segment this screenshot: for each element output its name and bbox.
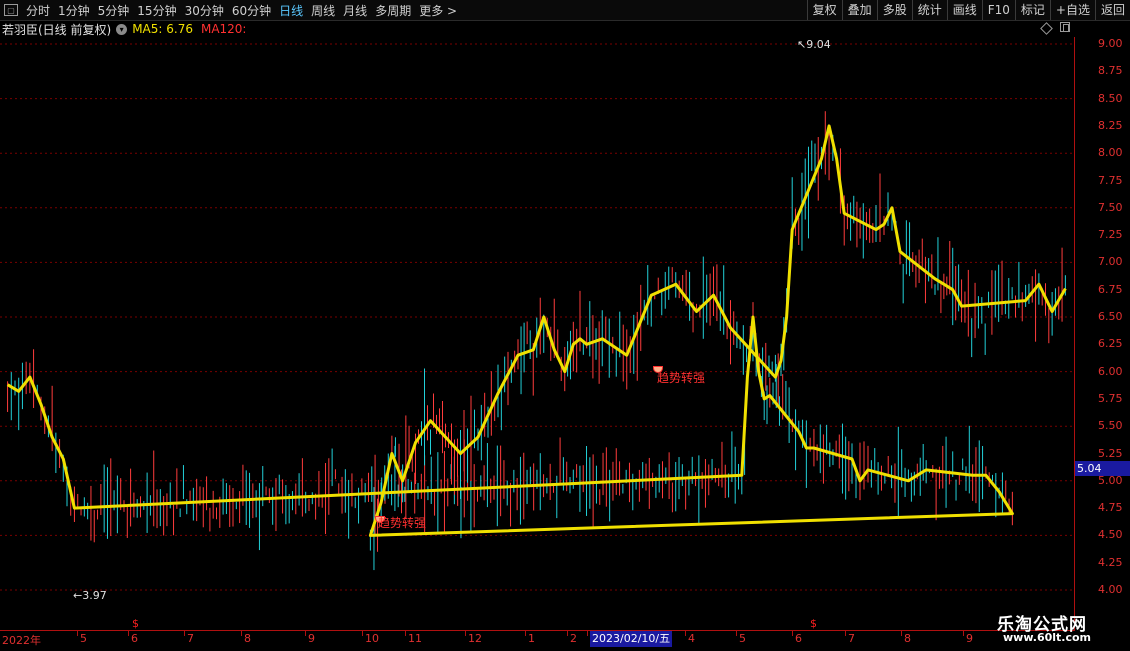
date-label: 9 xyxy=(966,632,973,645)
current-price-highlight: 5.04 xyxy=(1075,461,1130,476)
date-tick xyxy=(405,631,406,636)
price-tick-label: 4.50 xyxy=(1098,528,1123,542)
date-label: 1 xyxy=(528,632,535,645)
top-toolbar: ▢ 分时 1分钟 5分钟 15分钟 30分钟 60分钟 日线 周线 月线 多周期 更多 > 复权 叠加… xyxy=(0,0,1130,21)
date-label: 11 xyxy=(408,632,422,645)
tab-period[interactable]: 30分钟 xyxy=(181,2,228,19)
ma5-value: MA5: 6.76 xyxy=(132,22,193,36)
date-tick xyxy=(845,631,846,636)
price-tick-label: 7.50 xyxy=(1098,200,1123,214)
price-tick-label: 8.50 xyxy=(1098,91,1123,105)
price-tick-label: 6.00 xyxy=(1098,364,1123,378)
date-label: 4 xyxy=(688,632,695,645)
date-tick xyxy=(184,631,185,636)
indicator-dropdown-icon[interactable]: ▾ xyxy=(116,23,128,35)
price-tick-label: 4.75 xyxy=(1098,501,1123,515)
date-tick xyxy=(963,631,964,636)
tab-period[interactable]: 60分钟 xyxy=(228,2,275,19)
price-tick-label: 5.75 xyxy=(1098,391,1123,405)
price-tick-label: 6.75 xyxy=(1098,282,1123,296)
panel-toggle-icon[interactable]: ▢ xyxy=(4,4,18,16)
high-price-label: ↖9.04 xyxy=(797,38,831,51)
stock-title: 若羽臣(日线 前复权) xyxy=(2,22,112,37)
date-tick xyxy=(736,631,737,636)
date-tick xyxy=(567,631,568,636)
date-tick xyxy=(587,631,588,636)
date-tick xyxy=(362,631,363,636)
dividend-marker[interactable]: $ xyxy=(132,617,139,630)
right-toolbar-buttons: 复权 叠加 多股 统计 画线 F10 标记 +自选 返回 xyxy=(806,0,1130,20)
tab-period[interactable]: 分时 xyxy=(22,2,54,19)
date-label: 2 xyxy=(570,632,577,645)
indicator-info-bar: 若羽臣(日线 前复权) ▾ MA5: 6.76 MA120: xyxy=(0,21,246,37)
price-tick-label: 7.75 xyxy=(1098,173,1123,187)
signal-label: 趋势转强 xyxy=(378,516,427,530)
date-label: 7 xyxy=(848,632,855,645)
date-tick xyxy=(685,631,686,636)
price-tick-label: 8.00 xyxy=(1098,146,1123,160)
price-tick-label: 5.25 xyxy=(1098,446,1123,460)
low-price-label: ←3.97 xyxy=(73,589,107,602)
period-tabs: ▢ 分时 1分钟 5分钟 15分钟 30分钟 60分钟 日线 周线 月线 多周期 更多 > xyxy=(0,0,461,20)
date-label: 9 xyxy=(308,632,315,645)
price-tick-label: 4.00 xyxy=(1098,583,1123,596)
watermark-url: www.60lt.com xyxy=(1003,631,1092,644)
low-price-value: 3.97 xyxy=(82,589,107,602)
high-price-value: 9.04 xyxy=(806,38,831,51)
date-label: 10 xyxy=(365,632,379,645)
toolbar-button[interactable]: +自选 xyxy=(1049,0,1095,20)
price-tick-label: 7.00 xyxy=(1098,255,1123,269)
tab-period[interactable]: 周线 xyxy=(307,2,339,19)
tab-period[interactable]: 更多 > xyxy=(415,2,461,19)
ma120-value: MA120: xyxy=(200,22,247,36)
date-tick xyxy=(128,631,129,636)
date-label: 7 xyxy=(187,632,194,645)
date-label: 2022年 xyxy=(2,634,41,647)
date-axis: 2022年 5 6 7 8 9 10 11 12 1 2 2023/02/10/五 4 5 6 7 8 9 xyxy=(0,630,1075,651)
date-label: 6 xyxy=(131,632,138,645)
tab-period[interactable]: 多周期 xyxy=(371,2,415,19)
toolbar-button[interactable]: 叠加 xyxy=(841,0,877,20)
date-tick xyxy=(465,631,466,636)
kline-chart[interactable] xyxy=(0,37,1130,630)
date-tick xyxy=(525,631,526,636)
diamond-icon[interactable] xyxy=(1040,22,1053,35)
date-tick xyxy=(901,631,902,636)
date-label: 12 xyxy=(468,632,482,645)
tab-period[interactable]: 5分钟 xyxy=(94,2,134,19)
price-tick-label: 8.25 xyxy=(1098,118,1123,132)
date-label: 6 xyxy=(795,632,802,645)
toolbar-button[interactable]: 多股 xyxy=(876,0,912,20)
toolbar-button[interactable]: 返回 xyxy=(1094,0,1130,20)
price-tick-label: 5.50 xyxy=(1098,419,1123,433)
price-tick-label: 6.25 xyxy=(1098,337,1123,351)
price-tick-label: 9.00 xyxy=(1098,37,1123,50)
date-label: 5 xyxy=(80,632,87,645)
toolbar-button[interactable]: 画线 xyxy=(946,0,982,20)
price-tick-label: 7.25 xyxy=(1098,228,1123,242)
price-tick-label: 6.50 xyxy=(1098,310,1123,323)
toolbar-button[interactable]: F10 xyxy=(981,0,1015,20)
price-tick-label: 8.75 xyxy=(1098,64,1123,78)
toolbar-button[interactable]: 标记 xyxy=(1014,0,1050,20)
tab-period[interactable]: 日线 xyxy=(275,2,307,19)
date-tick xyxy=(241,631,242,636)
toolbar-button[interactable]: 复权 xyxy=(806,0,842,20)
tab-period[interactable]: 月线 xyxy=(339,2,371,19)
date-label: 8 xyxy=(904,632,911,645)
toolbar-button[interactable]: 统计 xyxy=(911,0,947,20)
date-tick xyxy=(792,631,793,636)
date-label: 5 xyxy=(739,632,746,645)
dividend-marker[interactable]: $ xyxy=(810,617,817,630)
signal-label: 趋势转强 xyxy=(657,371,706,385)
price-tick-label: 4.25 xyxy=(1098,555,1123,569)
date-tick xyxy=(77,631,78,636)
tab-period[interactable]: 15分钟 xyxy=(133,2,180,19)
date-label: 8 xyxy=(244,632,251,645)
tab-period[interactable]: 1分钟 xyxy=(54,2,94,19)
date-tick xyxy=(305,631,306,636)
window-panel-icon[interactable] xyxy=(1060,22,1070,32)
date-highlight-label: 2023/02/10/五 xyxy=(590,631,673,647)
